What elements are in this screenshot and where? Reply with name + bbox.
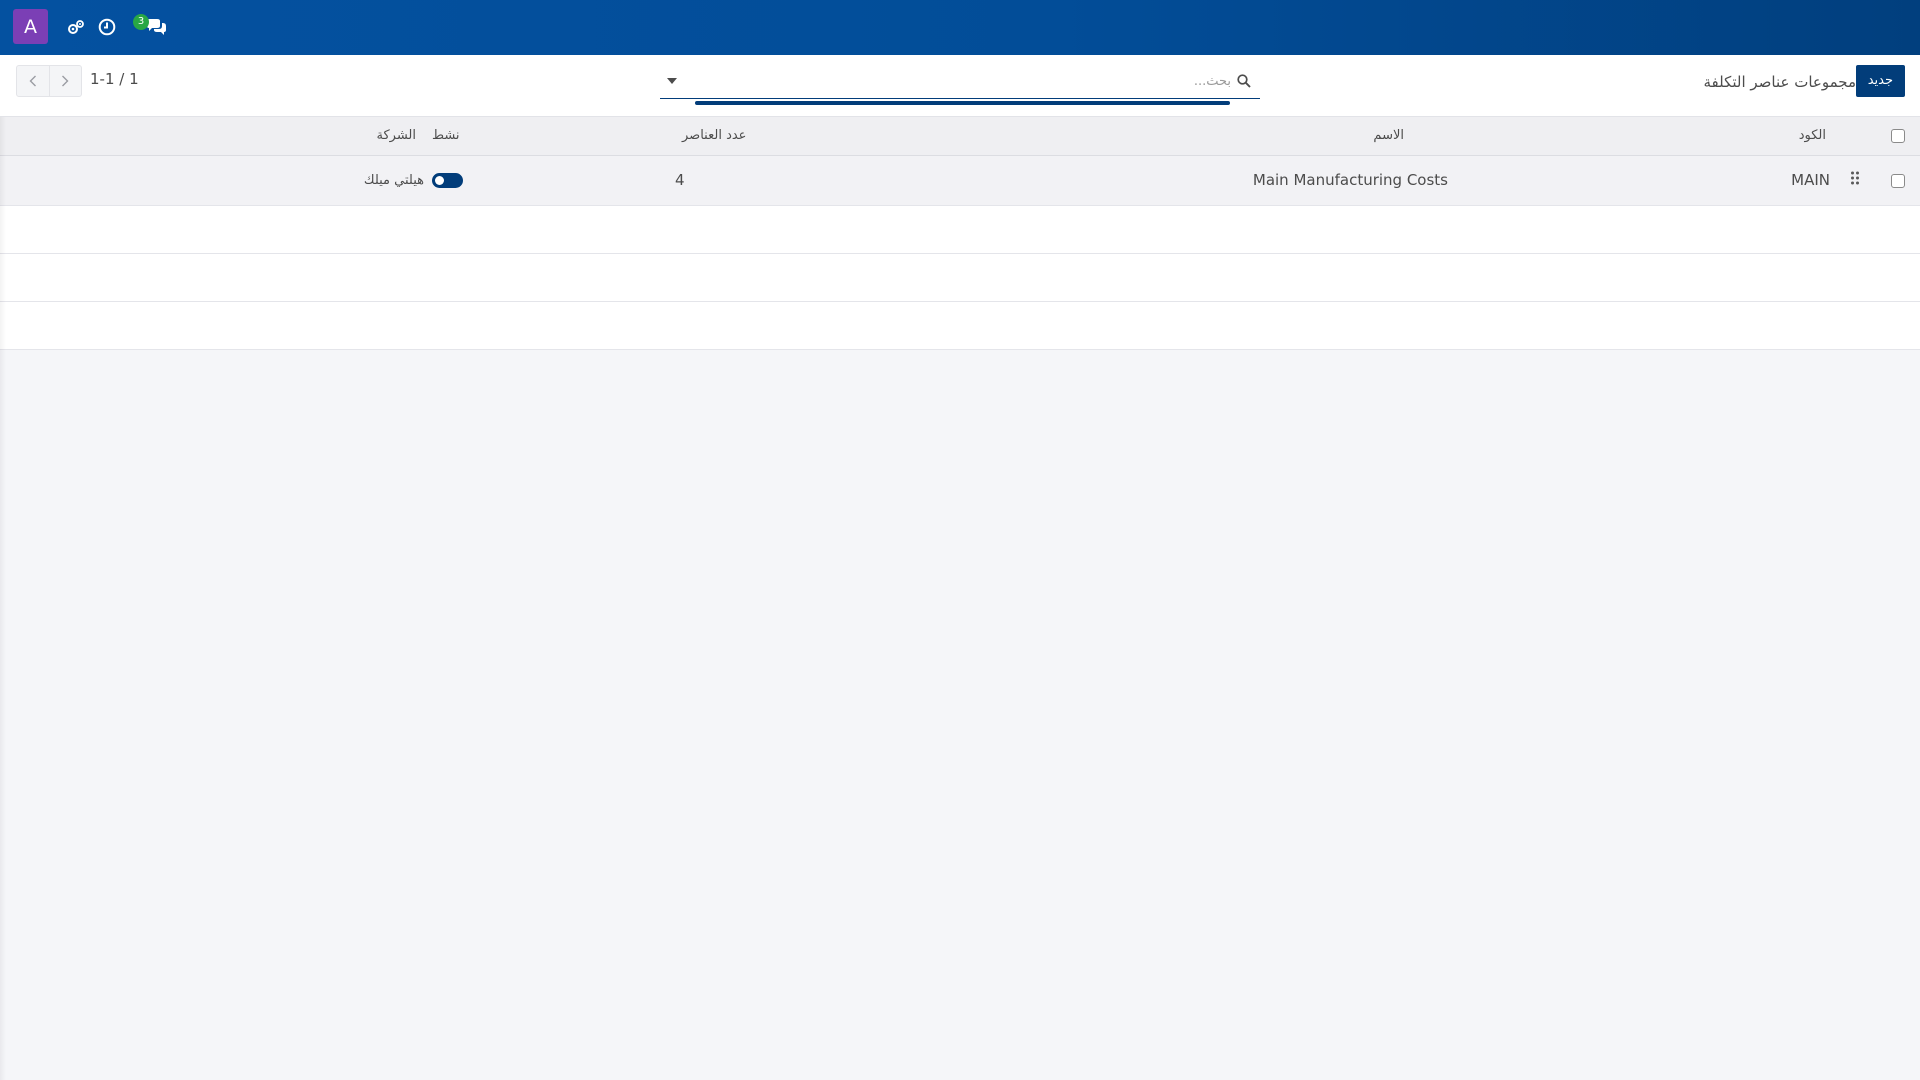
row-checkbox[interactable]: [1891, 173, 1905, 188]
user-avatar[interactable]: A: [13, 9, 48, 44]
chevron-right-icon: [62, 75, 69, 87]
message-count-badge: 3: [133, 14, 149, 30]
search-icon: [1237, 73, 1251, 92]
gears-icon[interactable]: [64, 15, 88, 39]
row-handle-cell: [1834, 155, 1876, 205]
row-select-cell: [1876, 155, 1920, 205]
column-header-code[interactable]: الكود: [1674, 117, 1834, 155]
empty-row: [0, 253, 1920, 301]
column-header-name[interactable]: الاسم: [904, 117, 1674, 155]
row-element-count: 4: [675, 171, 685, 189]
pager-next-button[interactable]: [48, 66, 81, 96]
row-company: هيلتي ميلك: [363, 172, 424, 188]
table-row[interactable]: MAIN Main Manufacturing Costs 4 هيلتي مي…: [0, 155, 1920, 205]
empty-row: [0, 205, 1920, 253]
row-name: Main Manufacturing Costs: [1252, 171, 1448, 189]
control-panel: جديد مجموعات عناصر التكلفة 1-1 / 1: [0, 55, 1920, 117]
row-active-cell: [424, 155, 674, 205]
row-code: MAIN: [1791, 171, 1830, 189]
column-header-active[interactable]: نشط: [424, 117, 674, 155]
table-header-row: الكود الاسم عدد العناصر نشط الشركة: [0, 117, 1920, 155]
search-input[interactable]: [696, 69, 1231, 93]
active-toggle[interactable]: [432, 173, 463, 188]
clock-icon[interactable]: [95, 15, 119, 39]
page-title: مجموعات عناصر التكلفة: [1703, 73, 1856, 91]
cost-element-groups-table: الكود الاسم عدد العناصر نشط الشركة MAIN …: [0, 117, 1920, 350]
chevron-left-icon: [29, 75, 36, 87]
avatar-letter: A: [24, 15, 37, 38]
select-all-cell: [1876, 117, 1920, 155]
search-focus-indicator: [695, 101, 1230, 105]
search-bar: [660, 67, 1260, 105]
pager-value[interactable]: 1-1 / 1: [90, 70, 139, 88]
pager-previous-button[interactable]: [17, 66, 49, 96]
pager-buttons: [16, 65, 82, 97]
top-navbar: A 3: [0, 0, 1920, 55]
handle-header: [1834, 117, 1876, 155]
new-button[interactable]: جديد: [1855, 65, 1905, 97]
empty-row: [0, 301, 1920, 349]
column-header-element-count[interactable]: عدد العناصر: [674, 117, 904, 155]
drag-handle-icon[interactable]: [1850, 171, 1860, 189]
column-header-company[interactable]: الشركة: [0, 117, 424, 155]
select-all-checkbox[interactable]: [1891, 128, 1905, 143]
toggle-knob: [435, 176, 444, 185]
search-options-caret-icon[interactable]: [667, 78, 677, 84]
